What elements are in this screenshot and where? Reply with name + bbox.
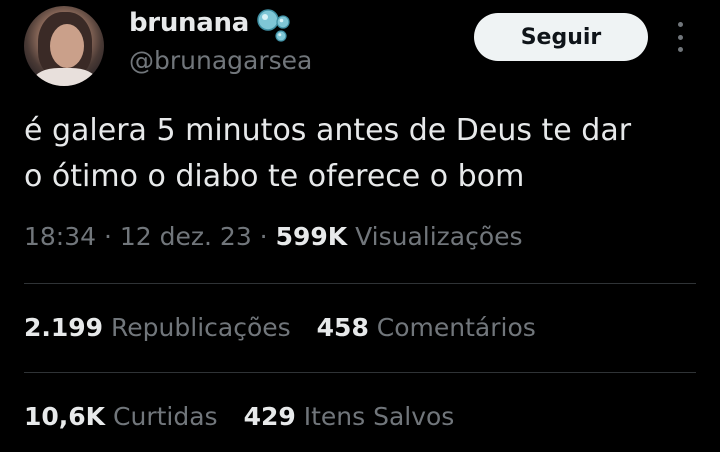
views-label: Visualizações (355, 222, 523, 251)
stats-row-2: 10,6K Curtidas 429 Itens Salvos (24, 402, 454, 431)
reposts-stat[interactable]: 2.199 Republicações (24, 313, 291, 342)
reposts-count: 2.199 (24, 313, 104, 342)
comments-count: 458 (316, 313, 369, 342)
saves-stat[interactable]: 429 Itens Salvos (244, 402, 455, 431)
comments-label: Comentários (376, 313, 536, 342)
saves-count: 429 (243, 402, 296, 431)
more-dot (677, 47, 683, 52)
meta-separator: · (96, 222, 120, 251)
more-vertical-icon[interactable] (672, 22, 688, 52)
display-name[interactable]: brunana (129, 8, 249, 38)
likes-label: Curtidas (113, 402, 218, 431)
bubbles-icon (257, 9, 290, 42)
views-count: 599K (275, 222, 348, 251)
reposts-label: Republicações (111, 313, 291, 342)
avatar-shirt (34, 68, 96, 86)
follow-button[interactable]: Seguir (474, 13, 648, 61)
more-dot (677, 34, 683, 40)
stats-row-1: 2.199 Republicações 458 Comentários (24, 313, 536, 342)
tweet-date[interactable]: 12 dez. 23 (120, 222, 252, 251)
avatar[interactable] (24, 6, 104, 86)
saves-label: Itens Salvos (303, 402, 455, 431)
divider (24, 283, 696, 284)
tweet-text-line-1: é galera 5 minutos antes de Deus te dar (24, 113, 632, 148)
tweet-time[interactable]: 18:34 (24, 222, 96, 251)
likes-count: 10,6K (24, 402, 106, 431)
more-dot (677, 22, 683, 27)
divider (24, 372, 696, 373)
tweet-meta: 18:34 · 12 dez. 23 · 599K Visualizações (24, 222, 523, 251)
meta-separator: · (251, 222, 276, 251)
tweet-text: é galera 5 minutos antes de Deus te dar … (24, 108, 704, 200)
avatar-face (50, 24, 84, 68)
tweet-text-line-2: o ótimo o diabo te oferece o bom (24, 159, 525, 194)
comments-stat[interactable]: 458 Comentários (317, 313, 536, 342)
likes-stat[interactable]: 10,6K Curtidas (24, 402, 218, 431)
user-handle[interactable]: @brunagarsea (129, 46, 312, 75)
